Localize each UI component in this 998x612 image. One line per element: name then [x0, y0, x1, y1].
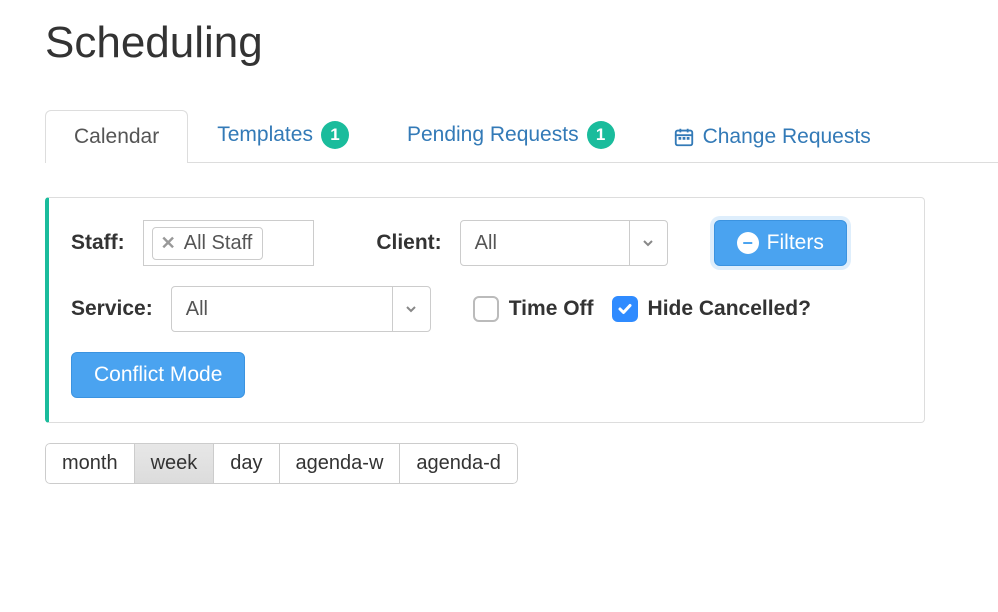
view-switcher: month week day agenda-w agenda-d: [45, 443, 518, 484]
service-select[interactable]: All: [171, 286, 431, 332]
service-select-value: All: [172, 287, 392, 331]
tab-change-label: Change Requests: [703, 125, 871, 149]
checkbox-checked-icon: [612, 296, 638, 322]
time-off-checkbox[interactable]: Time Off: [473, 296, 594, 322]
service-label: Service:: [71, 297, 153, 321]
calendar-icon: [673, 126, 695, 148]
tab-pending-requests[interactable]: Pending Requests 1: [378, 106, 644, 163]
filters-button-label: Filters: [767, 231, 824, 255]
client-label: Client:: [376, 231, 441, 255]
tab-calendar-label: Calendar: [74, 125, 159, 149]
chevron-down-icon: [629, 221, 667, 265]
filter-panel: Staff: ✕ All Staff Client: All − Filters: [45, 197, 925, 423]
tab-calendar[interactable]: Calendar: [45, 110, 188, 163]
tab-templates[interactable]: Templates 1: [188, 106, 378, 163]
staff-token[interactable]: ✕ All Staff: [152, 227, 264, 260]
conflict-mode-label: Conflict Mode: [94, 363, 222, 387]
client-select[interactable]: All: [460, 220, 668, 266]
staff-label: Staff:: [71, 231, 125, 255]
tab-pending-badge: 1: [587, 121, 615, 149]
conflict-mode-button[interactable]: Conflict Mode: [71, 352, 245, 398]
staff-token-label: All Staff: [184, 232, 253, 255]
time-off-label: Time Off: [509, 297, 594, 321]
tab-pending-label: Pending Requests: [407, 123, 579, 147]
tab-templates-badge: 1: [321, 121, 349, 149]
view-day[interactable]: day: [214, 443, 279, 484]
filters-button[interactable]: − Filters: [714, 220, 847, 266]
hide-cancelled-checkbox[interactable]: Hide Cancelled?: [612, 296, 811, 322]
view-agenda-d[interactable]: agenda-d: [400, 443, 518, 484]
checkbox-icon: [473, 296, 499, 322]
view-month[interactable]: month: [45, 443, 135, 484]
view-agenda-w[interactable]: agenda-w: [280, 443, 401, 484]
tab-change-requests[interactable]: Change Requests: [644, 110, 900, 163]
hide-cancelled-label: Hide Cancelled?: [648, 297, 811, 321]
tabs: Calendar Templates 1 Pending Requests 1: [45, 106, 998, 163]
chevron-down-icon: [392, 287, 430, 331]
tab-templates-label: Templates: [217, 123, 313, 147]
page-title: Scheduling: [45, 18, 998, 68]
view-week[interactable]: week: [135, 443, 215, 484]
staff-select[interactable]: ✕ All Staff: [143, 220, 315, 266]
remove-icon[interactable]: ✕: [161, 234, 176, 252]
minus-circle-icon: −: [737, 232, 759, 254]
client-select-value: All: [461, 221, 629, 265]
